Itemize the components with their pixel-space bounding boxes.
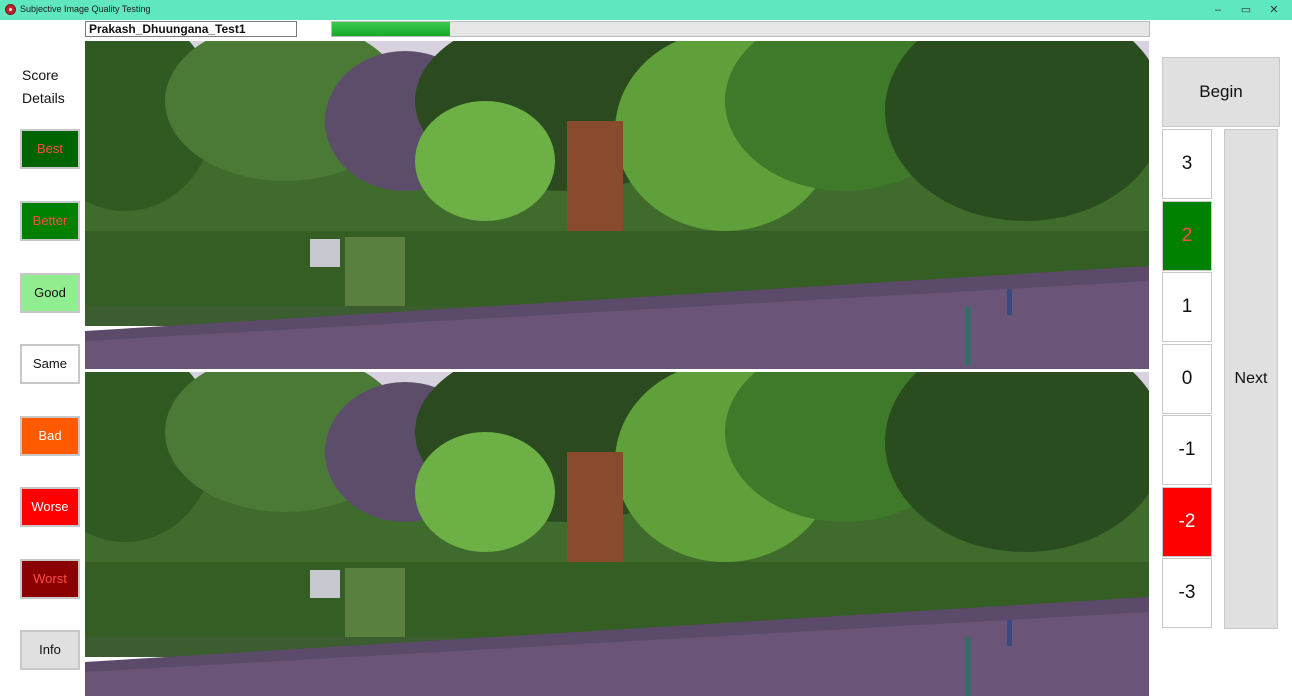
progress-fill <box>332 22 451 36</box>
bad-button[interactable]: Bad <box>20 416 80 456</box>
next-button[interactable]: Next <box>1224 129 1278 629</box>
worst-button[interactable]: Worst <box>20 559 80 599</box>
same-button[interactable]: Same <box>20 344 80 384</box>
app-icon <box>5 4 16 15</box>
test-name-field[interactable]: Prakash_Dhuungana_Test1 <box>85 21 297 37</box>
info-button[interactable]: Info <box>20 630 80 670</box>
park-scene-image-b <box>85 372 1149 696</box>
worse-button[interactable]: Worse <box>20 487 80 527</box>
test-progress-bar <box>331 21 1150 37</box>
score-button-3[interactable]: 3 <box>1162 129 1212 199</box>
title-bar: Subjective Image Quality Testing – ▭ ✕ <box>0 0 1292 20</box>
minimize-icon[interactable]: – <box>1208 2 1228 18</box>
image-panel-top <box>85 41 1149 369</box>
park-scene-image-a <box>85 41 1149 369</box>
better-button[interactable]: Better <box>20 201 80 241</box>
score-details-label: Score Details <box>22 67 65 106</box>
score-button-2[interactable]: 2 <box>1162 201 1212 271</box>
window-title: Subjective Image Quality Testing <box>20 4 151 14</box>
image-panel-bottom <box>85 372 1149 696</box>
score-button-minus-2[interactable]: -2 <box>1162 487 1212 557</box>
score-button-0[interactable]: 0 <box>1162 344 1212 414</box>
score-button-minus-3[interactable]: -3 <box>1162 558 1212 628</box>
best-button[interactable]: Best <box>20 129 80 169</box>
good-button[interactable]: Good <box>20 273 80 313</box>
score-button-minus-1[interactable]: -1 <box>1162 415 1212 485</box>
score-button-1[interactable]: 1 <box>1162 272 1212 342</box>
restore-icon[interactable]: ▭ <box>1236 2 1256 18</box>
close-icon[interactable]: ✕ <box>1264 2 1284 18</box>
begin-button[interactable]: Begin <box>1162 57 1280 127</box>
